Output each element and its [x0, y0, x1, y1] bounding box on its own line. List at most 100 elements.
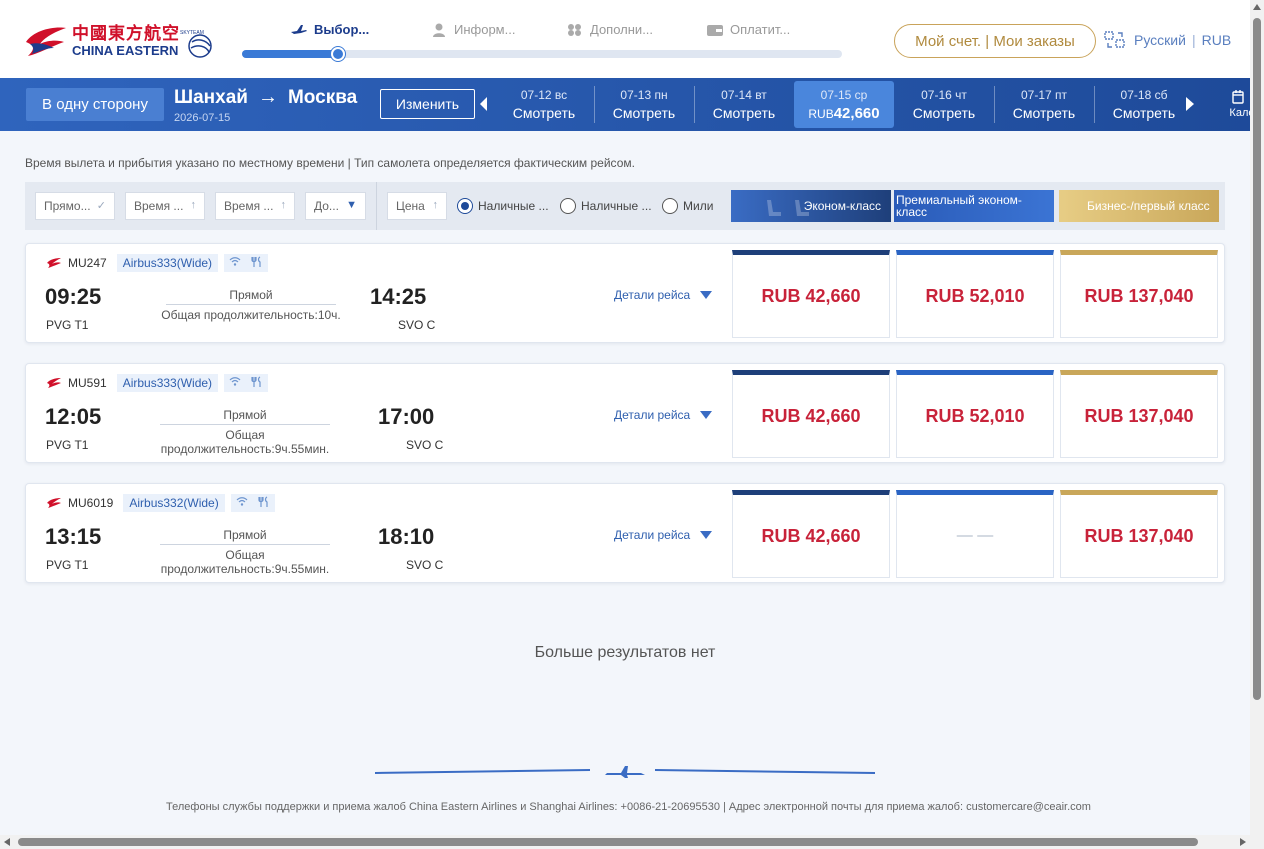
- flight-duration-info: Прямой Общая продолжительность:9ч.55мин.: [150, 408, 340, 456]
- wifi-icon: [236, 496, 248, 510]
- scroll-up-icon[interactable]: [1253, 4, 1261, 10]
- flight-details-toggle[interactable]: Детали рейса: [614, 288, 713, 302]
- step-passenger-info[interactable]: Информ...: [430, 22, 515, 37]
- scroll-right-icon[interactable]: [1240, 838, 1246, 846]
- trip-type-one-way[interactable]: В одну сторону: [26, 88, 164, 121]
- scroll-left-icon[interactable]: [4, 838, 10, 846]
- departure-time-sort[interactable]: Время ... ↑: [125, 192, 205, 220]
- sort-up-icon: ↑: [432, 199, 439, 211]
- route-bar: В одну сторону Шанхай → Москва 2026-07-1…: [0, 78, 1264, 131]
- date-tab-4[interactable]: 07-16 чт Смотреть: [894, 78, 994, 131]
- footer-contact: Телефоны службы поддержки и приема жалоб…: [166, 801, 1091, 813]
- date-tab-2[interactable]: 07-14 вт Смотреть: [694, 78, 794, 131]
- date-tabs: 07-12 вс Смотреть 07-13 пн Смотреть 07-14 вт…: [494, 78, 1194, 131]
- chevron-down-icon: ▼: [346, 199, 357, 211]
- vertical-scrollbar[interactable]: [1250, 0, 1264, 849]
- chevron-down-icon: [700, 411, 713, 419]
- date-tab-date: 07-15 ср: [820, 87, 868, 102]
- arrival-airport: SVO C: [398, 318, 436, 332]
- progress-knob: [331, 47, 345, 61]
- radio-cash-miles-label: Наличные ...: [581, 199, 652, 213]
- amenities[interactable]: [224, 254, 269, 272]
- economy-price-cell[interactable]: RUB 42,660: [732, 250, 890, 338]
- skyteam-text: SKYTEAM: [180, 30, 204, 36]
- meal-icon: [251, 256, 263, 270]
- footer-divider: [375, 766, 875, 778]
- date-tab-date: 07-12 вс: [520, 88, 568, 102]
- premium-economy-price-cell[interactable]: RUB 52,010: [896, 250, 1054, 338]
- step-extras[interactable]: Дополни...: [566, 22, 653, 37]
- cabin-business-first-header[interactable]: Бизнес-/первый класс: [1059, 190, 1219, 222]
- premium-economy-price-cell[interactable]: RUB 52,010: [896, 370, 1054, 458]
- business-price-cell[interactable]: RUB 137,040: [1060, 490, 1218, 578]
- check-icon: ✓: [96, 200, 106, 212]
- aircraft-type[interactable]: Airbus333(Wide): [116, 374, 219, 392]
- wifi-icon: [229, 256, 241, 270]
- price-sort-label: Цена: [396, 199, 425, 213]
- aircraft-type[interactable]: Airbus333(Wide): [116, 254, 219, 272]
- change-search-button[interactable]: Изменить: [380, 89, 475, 119]
- cabin-business-label: Бизнес-/первый класс: [1087, 199, 1210, 213]
- price-sort[interactable]: Цена ↑: [387, 192, 447, 220]
- route-line: [160, 424, 330, 425]
- amenities[interactable]: [230, 494, 275, 512]
- step-payment[interactable]: Оплатит...: [706, 22, 790, 37]
- chevron-down-icon: [700, 291, 713, 299]
- date-tab-0[interactable]: 07-12 вс Смотреть: [494, 78, 594, 131]
- more-filters-select[interactable]: До... ▼: [305, 192, 366, 220]
- date-tab-view: Смотреть: [512, 105, 576, 121]
- horizontal-scrollbar[interactable]: [0, 835, 1250, 849]
- date-tab-price: RUB42,660: [808, 105, 879, 122]
- date-tab-view: Смотреть: [612, 105, 676, 121]
- date-tab-5[interactable]: 07-17 пт Смотреть: [994, 78, 1094, 131]
- step-select-flight[interactable]: Выбор...: [290, 22, 369, 37]
- plane-icon: [291, 24, 307, 34]
- date-tab-6[interactable]: 07-18 сб Смотреть: [1094, 78, 1194, 131]
- arrival-airport: SVO C: [406, 438, 444, 452]
- radio-miles-label: Мили: [683, 199, 714, 213]
- radio-cash-label: Наличные ...: [478, 199, 549, 213]
- date-tab-1[interactable]: 07-13 пн Смотреть: [594, 78, 694, 131]
- step-label: Дополни...: [590, 22, 654, 37]
- arrival-time-sort[interactable]: Время ... ↑: [215, 192, 295, 220]
- airline-logo-icon: [47, 378, 61, 388]
- business-price-cell[interactable]: RUB 137,040: [1060, 370, 1218, 458]
- aircraft-type[interactable]: Airbus332(Wide): [123, 494, 225, 512]
- date-tab-3[interactable]: 07-15 ср RUB42,660: [794, 81, 894, 128]
- departure-airport: PVG T1: [46, 558, 89, 572]
- amenities[interactable]: [224, 374, 269, 392]
- route-line: [160, 544, 330, 545]
- radio-miles[interactable]: Мили: [662, 198, 713, 214]
- economy-price-cell[interactable]: RUB 42,660: [732, 490, 890, 578]
- prev-dates-arrow-icon[interactable]: [478, 94, 490, 114]
- radio-cash-miles[interactable]: Наличные ...: [560, 198, 652, 214]
- flight-card: MU6019 Airbus332(Wide) 13:15 PVG T1 Прям…: [25, 483, 1225, 583]
- booking-progress-bar: [242, 47, 842, 61]
- vertical-scroll-thumb[interactable]: [1253, 18, 1261, 700]
- date-tab-view: Смотреть: [712, 105, 776, 121]
- horizontal-scroll-thumb[interactable]: [18, 838, 1198, 846]
- filter-divider: [376, 182, 377, 230]
- duration-label: Общая продолжительность:9ч.55мин.: [160, 548, 330, 576]
- my-account-orders-button[interactable]: Мой счет. | Мои заказы: [894, 24, 1096, 58]
- economy-price-cell[interactable]: RUB 42,660: [732, 370, 890, 458]
- date-tab-date: 07-14 вт: [721, 88, 767, 102]
- locale-separator: |: [1191, 32, 1196, 48]
- cabin-economy-header[interactable]: Эконом-класс: [731, 190, 891, 222]
- duration-label: Общая продолжительность:9ч.55мин.: [160, 428, 330, 456]
- business-price-cell[interactable]: RUB 137,040: [1060, 250, 1218, 338]
- route-arrow-icon: →: [257, 86, 278, 108]
- flight-header: MU6019 Airbus332(Wide): [46, 494, 275, 512]
- time-notice: Время вылета и прибытия указано по местн…: [25, 156, 635, 170]
- next-dates-arrow-icon[interactable]: [1184, 94, 1196, 114]
- flight-details-toggle[interactable]: Детали рейса: [614, 408, 713, 422]
- logo-chinese-text: 中國東方航空: [72, 24, 180, 43]
- stops-filter-select[interactable]: Прямо... ✓: [35, 192, 115, 220]
- cabin-premium-economy-header[interactable]: Премиальный эконом-класс: [894, 190, 1054, 222]
- cabin-premium-label: Премиальный эконом-класс: [896, 193, 1022, 219]
- date-tab-date: 07-17 пт: [1020, 88, 1068, 102]
- radio-cash[interactable]: Наличные ...: [457, 198, 549, 214]
- flight-details-toggle[interactable]: Детали рейса: [614, 528, 713, 542]
- arrival-time-label: Время ...: [224, 199, 274, 213]
- language-currency-selector[interactable]: Русский | RUB: [1104, 30, 1231, 50]
